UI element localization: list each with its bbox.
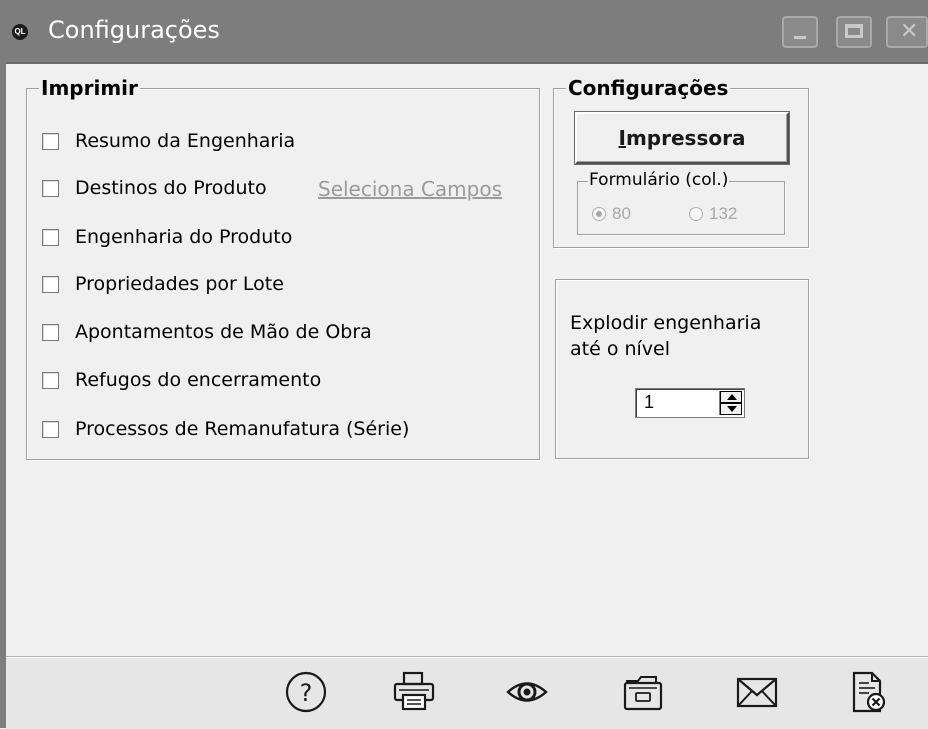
radio-132-columns[interactable]: 132 bbox=[689, 204, 737, 224]
radio-dot[interactable] bbox=[689, 207, 703, 221]
folder-button[interactable] bbox=[617, 666, 669, 718]
close-document-icon bbox=[852, 671, 886, 713]
checkbox-label: Apontamentos de Mão de Obra bbox=[75, 321, 372, 343]
checkbox-label: Refugos do encerramento bbox=[75, 369, 322, 391]
folder-icon bbox=[623, 676, 663, 711]
checkbox-label: Processos de Remanufatura (Série) bbox=[75, 418, 410, 440]
checkbox-label: Destinos do Produto bbox=[75, 177, 267, 199]
checkbox-label: Resumo da Engenharia bbox=[75, 130, 296, 152]
help-button[interactable]: ? bbox=[280, 666, 332, 718]
email-button[interactable] bbox=[731, 666, 783, 718]
explodir-label-line1: Explodir engenharia bbox=[570, 312, 762, 334]
app-icon: QL bbox=[12, 24, 28, 40]
email-icon bbox=[736, 677, 778, 708]
checkbox-processos-remanufatura[interactable]: Processos de Remanufatura (Série) bbox=[42, 417, 409, 441]
checkbox-box[interactable] bbox=[42, 420, 59, 438]
minimize-button[interactable] bbox=[782, 16, 818, 48]
radio-label: 80 bbox=[612, 204, 631, 223]
checkbox-box[interactable] bbox=[42, 132, 59, 150]
settings-window: QL Configurações ✕ Imprimir Resumo da En… bbox=[0, 0, 928, 729]
seleciona-campos-link[interactable]: Seleciona Campos bbox=[318, 177, 502, 201]
checkbox-apontamentos-mao-obra[interactable]: Apontamentos de Mão de Obra bbox=[42, 320, 372, 344]
minimize-icon bbox=[794, 36, 806, 39]
impressora-button[interactable]: Impressora bbox=[575, 112, 789, 164]
checkbox-refugos-encerramento[interactable]: Refugos do encerramento bbox=[42, 368, 321, 392]
checkbox-box[interactable] bbox=[42, 228, 59, 246]
radio-dot[interactable] bbox=[592, 207, 606, 221]
maximize-icon bbox=[845, 24, 863, 38]
radio-label: 132 bbox=[709, 204, 738, 223]
window-left-border bbox=[0, 62, 6, 728]
preview-button[interactable] bbox=[501, 666, 553, 718]
print-icon bbox=[393, 671, 435, 711]
imprimir-group-title: Imprimir bbox=[39, 76, 140, 100]
checkbox-destinos-produto[interactable]: Destinos do Produto bbox=[42, 176, 267, 200]
maximize-button[interactable] bbox=[836, 16, 872, 48]
checkbox-resumo-engenharia[interactable]: Resumo da Engenharia bbox=[42, 129, 295, 153]
checkbox-box[interactable] bbox=[42, 179, 59, 197]
nivel-value[interactable]: 1 bbox=[644, 392, 654, 413]
checkbox-box[interactable] bbox=[42, 275, 59, 293]
svg-text:?: ? bbox=[300, 679, 313, 707]
close-report-button[interactable] bbox=[842, 666, 894, 718]
impressora-accesskey: I bbox=[618, 126, 626, 150]
preview-icon bbox=[506, 682, 548, 702]
formulario-group-title: Formulário (col.) bbox=[588, 170, 730, 190]
checkbox-engenharia-produto[interactable]: Engenharia do Produto bbox=[42, 225, 292, 249]
checkbox-box[interactable] bbox=[42, 371, 59, 389]
spinner-up-button[interactable] bbox=[720, 391, 742, 403]
checkbox-propriedades-lote[interactable]: Propriedades por Lote bbox=[42, 272, 284, 296]
bottom-toolbar bbox=[6, 656, 928, 729]
spinner-down-button[interactable] bbox=[720, 403, 742, 415]
nivel-spinner[interactable]: 1 bbox=[635, 388, 745, 418]
window-title: Configurações bbox=[48, 16, 220, 44]
configuracoes-group-title: Configurações bbox=[566, 76, 731, 100]
checkbox-label: Engenharia do Produto bbox=[75, 226, 293, 248]
close-button[interactable]: ✕ bbox=[886, 16, 928, 48]
spinner-buttons bbox=[719, 391, 742, 415]
help-icon: ? bbox=[285, 671, 327, 713]
explodir-label-line2: até o nível bbox=[570, 338, 671, 360]
close-icon: ✕ bbox=[900, 19, 919, 44]
checkbox-label: Propriedades por Lote bbox=[75, 273, 284, 295]
title-bar[interactable]: QL Configurações ✕ bbox=[0, 0, 928, 64]
impressora-label: mpressora bbox=[625, 126, 746, 150]
explodir-group bbox=[555, 279, 809, 459]
print-button[interactable] bbox=[388, 666, 440, 718]
checkbox-box[interactable] bbox=[42, 323, 59, 341]
radio-80-columns[interactable]: 80 bbox=[592, 204, 631, 224]
